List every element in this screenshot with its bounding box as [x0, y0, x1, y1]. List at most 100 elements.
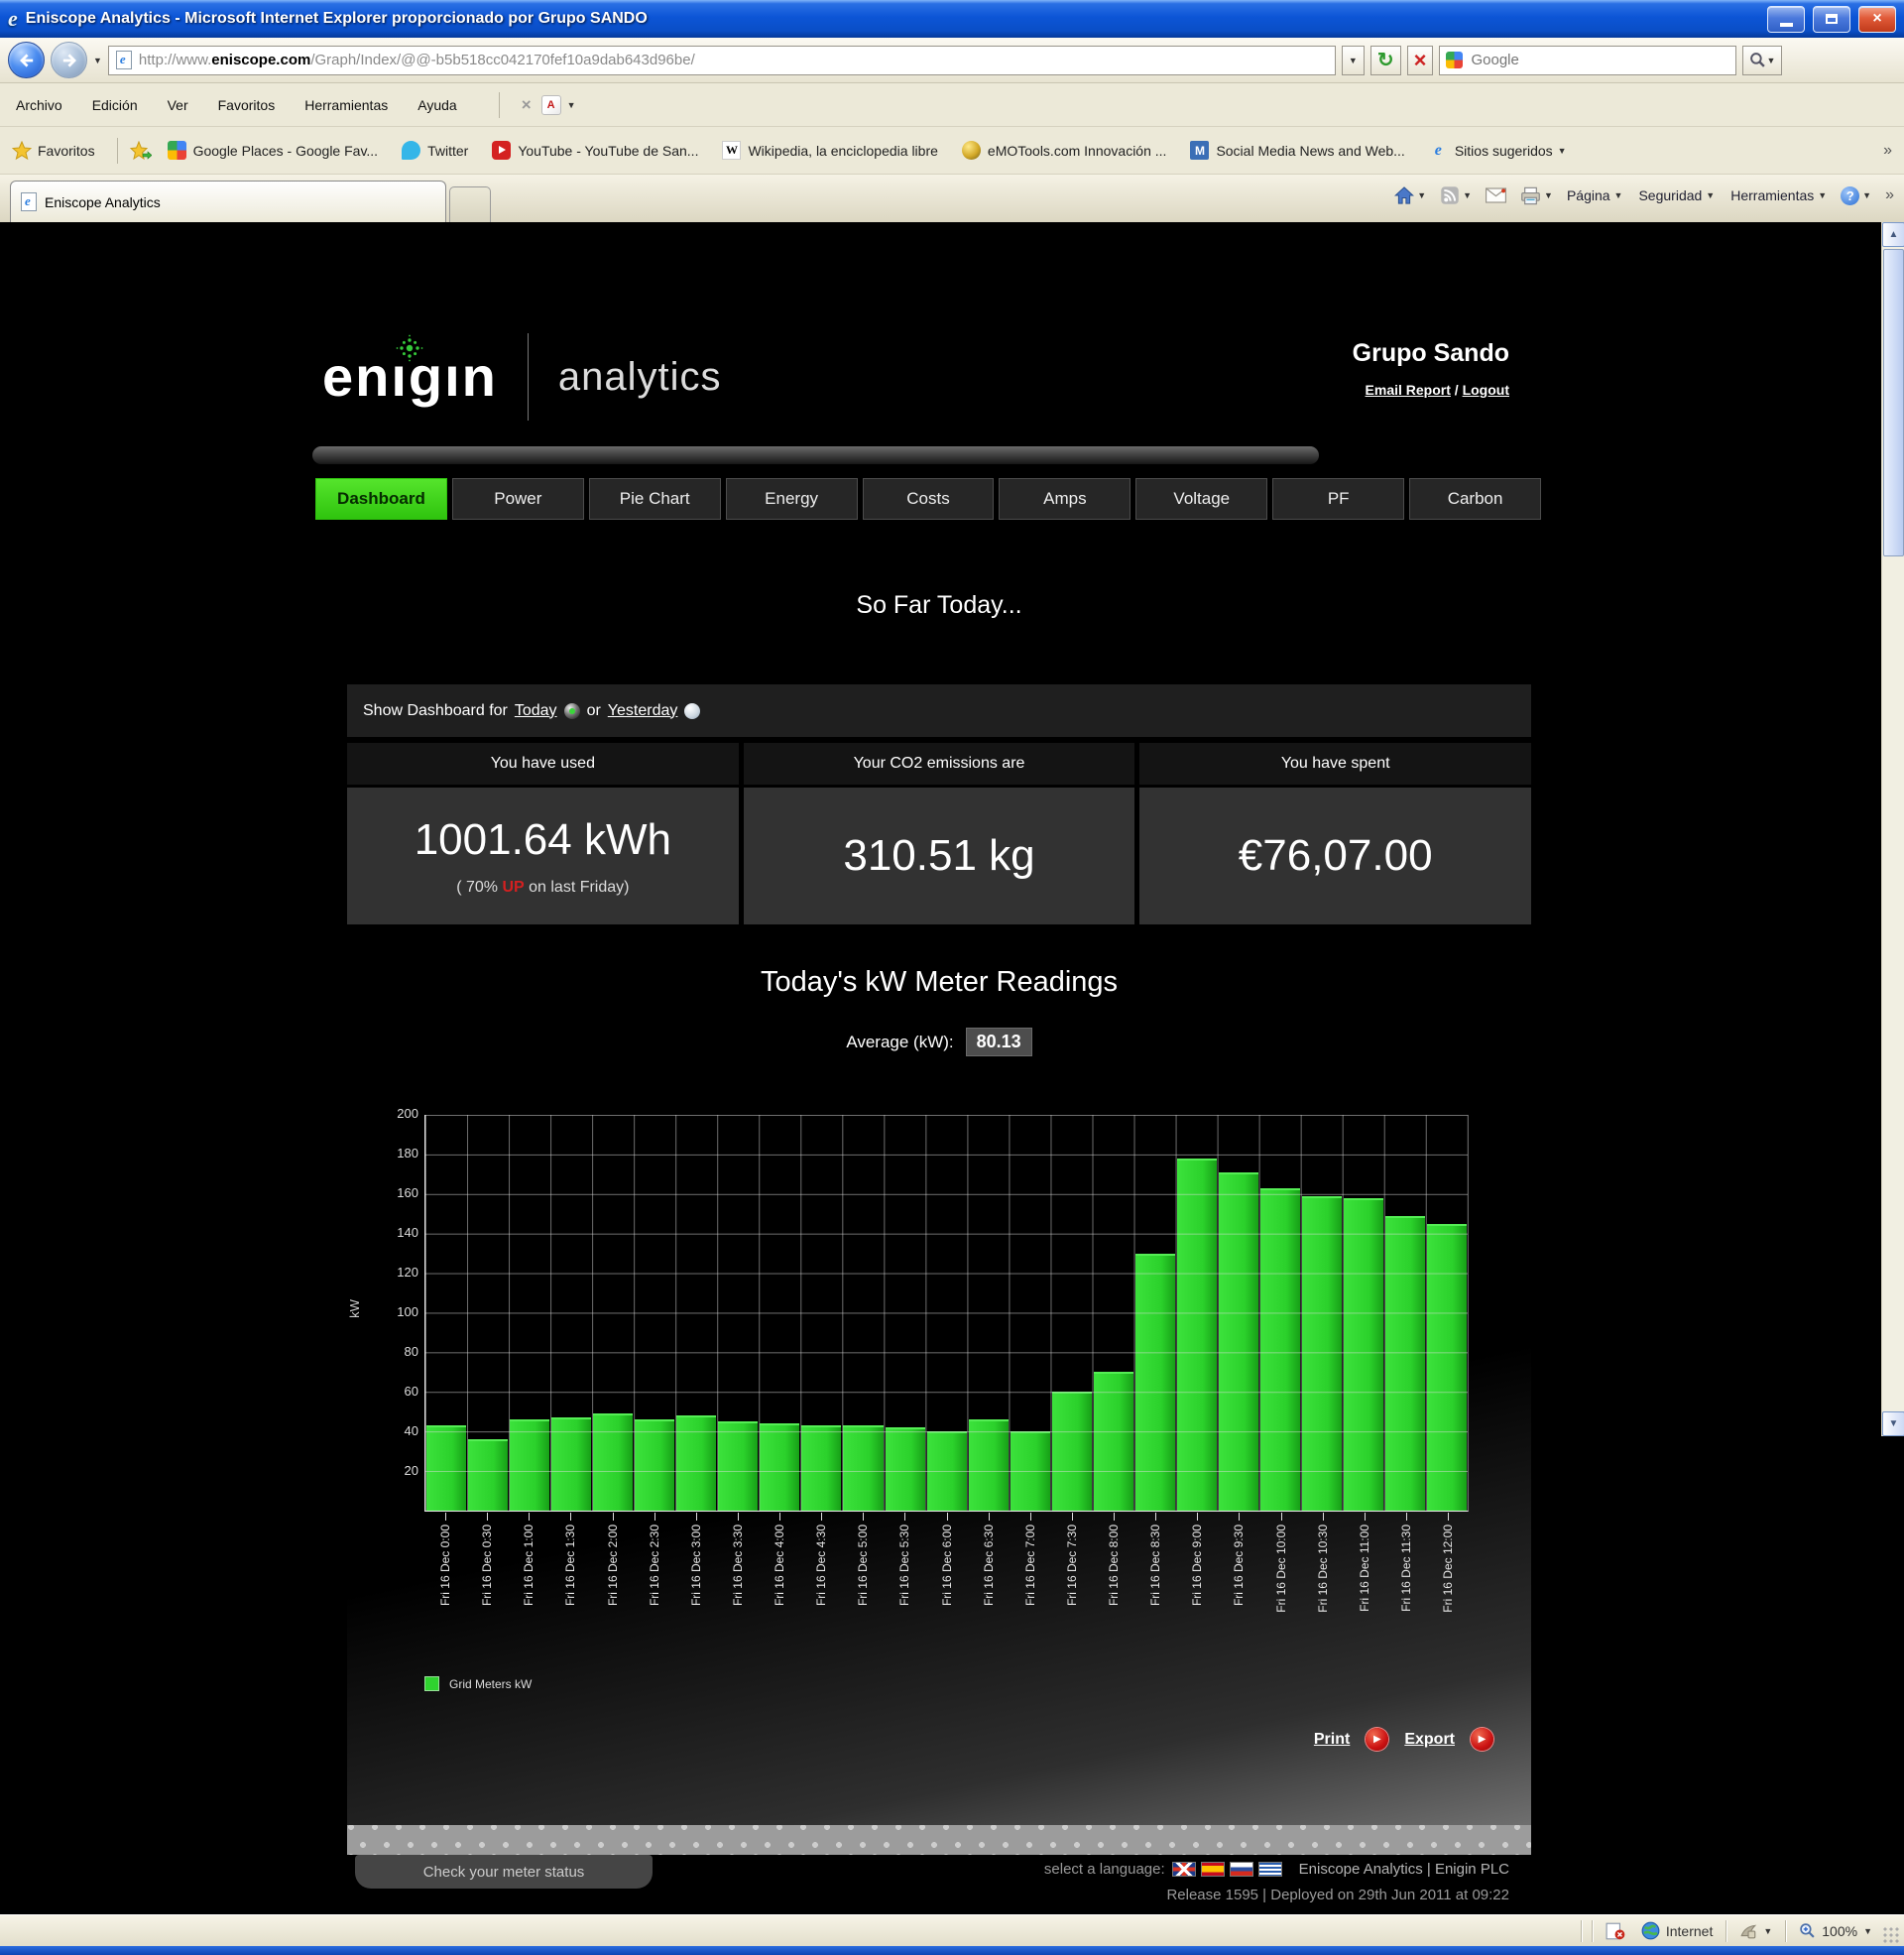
chart-bar[interactable]	[676, 1415, 716, 1511]
chart-bar[interactable]	[426, 1425, 466, 1511]
chevron-down-icon[interactable]: ▼	[567, 100, 576, 110]
yesterday-radio[interactable]	[684, 703, 700, 719]
chart-bar[interactable]	[468, 1439, 508, 1511]
email-report-link[interactable]: Email Report	[1366, 382, 1451, 398]
chart-bar[interactable]	[1011, 1431, 1050, 1511]
command-seguridad[interactable]: Seguridad▼	[1638, 187, 1715, 203]
minimize-button[interactable]	[1767, 6, 1805, 33]
favorites-item[interactable]: Wikipedia, la enciclopedia libre	[722, 141, 937, 160]
chart-bar[interactable]	[1385, 1216, 1425, 1511]
chart-bar[interactable]	[969, 1419, 1009, 1511]
today-link[interactable]: Today	[515, 702, 557, 720]
url-dropdown-button[interactable]: ▼	[1342, 46, 1365, 75]
chart-bar[interactable]	[1177, 1159, 1217, 1511]
nav-tab-energy[interactable]: Energy	[726, 478, 858, 520]
vertical-scrollbar[interactable]: ▲ ▼	[1881, 222, 1904, 1436]
nav-tab-dashboard[interactable]: Dashboard	[315, 478, 447, 520]
favorites-item[interactable]: Google Places - Google Fav...	[168, 141, 379, 160]
back-button[interactable]	[8, 42, 45, 78]
menu-archivo[interactable]: Archivo	[16, 97, 62, 113]
chart-bar[interactable]	[843, 1425, 883, 1511]
refresh-button[interactable]: ↻	[1370, 46, 1401, 75]
chart-bar[interactable]	[886, 1427, 925, 1511]
print-play-icon[interactable]: ▶	[1366, 1728, 1388, 1751]
new-tab-stub[interactable]	[449, 186, 491, 222]
favorites-item[interactable]: Twitter	[402, 141, 468, 160]
add-favorite-icon[interactable]	[130, 141, 152, 161]
nav-tab-pie-chart[interactable]: Pie Chart	[589, 478, 721, 520]
chart-bar[interactable]	[1052, 1392, 1092, 1511]
favorites-item[interactable]: YouTube - YouTube de San...	[492, 141, 698, 160]
url-input[interactable]: http://www.eniscope.com/Graph/Index/@@-b…	[108, 46, 1336, 75]
close-button[interactable]: ×	[1858, 6, 1896, 33]
nav-tab-carbon[interactable]: Carbon	[1409, 478, 1541, 520]
zoom-control[interactable]: 100% ▼	[1791, 1915, 1880, 1946]
russia-flag[interactable]	[1230, 1862, 1253, 1877]
chart-bar[interactable]	[1094, 1372, 1133, 1511]
commandbar-overflow-chevron[interactable]: »	[1885, 186, 1894, 204]
menu-ver[interactable]: Ver	[168, 97, 188, 113]
export-play-icon[interactable]: ▶	[1471, 1728, 1493, 1751]
yesterday-link[interactable]: Yesterday	[608, 702, 678, 720]
rss-button[interactable]: ▼	[1440, 185, 1472, 205]
scroll-up-button[interactable]: ▲	[1882, 222, 1904, 247]
nav-tab-power[interactable]: Power	[452, 478, 584, 520]
tab-eniscope-analytics[interactable]: Eniscope Analytics	[10, 181, 446, 222]
read-mail-button[interactable]	[1486, 187, 1506, 203]
help-button[interactable]: ? ▼	[1841, 186, 1871, 205]
search-input[interactable]	[1469, 51, 1729, 69]
favorites-item-label: YouTube - YouTube de San...	[518, 143, 698, 159]
search-button[interactable]: ▼	[1742, 46, 1782, 75]
menu-herramientas[interactable]: Herramientas	[304, 97, 388, 113]
chart-bar[interactable]	[760, 1423, 799, 1511]
favorites-overflow-chevron[interactable]: »	[1883, 142, 1892, 160]
nav-tab-voltage[interactable]: Voltage	[1135, 478, 1267, 520]
chart-bar[interactable]	[510, 1419, 549, 1511]
phishing-filter-control[interactable]: ▼	[1731, 1915, 1780, 1946]
uk-flag[interactable]	[1172, 1862, 1196, 1877]
chart-bar[interactable]	[801, 1425, 841, 1511]
logout-link[interactable]: Logout	[1463, 382, 1509, 398]
chart-bar[interactable]	[1302, 1196, 1342, 1511]
menu-favoritos[interactable]: Favoritos	[218, 97, 276, 113]
favorites-label[interactable]: Favoritos	[38, 143, 95, 159]
chart-bar[interactable]	[1135, 1254, 1175, 1511]
chart-bar[interactable]	[927, 1431, 967, 1511]
chart-bar[interactable]	[593, 1413, 633, 1511]
nav-tab-amps[interactable]: Amps	[999, 478, 1130, 520]
forward-button[interactable]	[51, 42, 87, 78]
home-button[interactable]: ▼	[1394, 185, 1426, 205]
nav-tab-pf[interactable]: PF	[1272, 478, 1404, 520]
menu-ayuda[interactable]: Ayuda	[417, 97, 456, 113]
chart-bar[interactable]	[718, 1421, 758, 1511]
favorites-item[interactable]: Social Media News and Web...	[1190, 141, 1404, 160]
favorites-item[interactable]: eMOTools.com Innovación ...	[962, 141, 1167, 160]
chart-bar[interactable]	[635, 1419, 674, 1511]
spain-flag[interactable]	[1201, 1862, 1225, 1877]
snapshot-tool-icon[interactable]: ×	[522, 95, 532, 115]
nav-tab-costs[interactable]: Costs	[863, 478, 995, 520]
favorites-item[interactable]: Sitios sugeridos▼	[1429, 141, 1567, 160]
menu-edición[interactable]: Edición	[92, 97, 138, 113]
favorites-star-icon[interactable]	[12, 141, 32, 161]
print-link[interactable]: Print	[1314, 1731, 1350, 1749]
chart-bar[interactable]	[1260, 1188, 1300, 1511]
export-link[interactable]: Export	[1404, 1731, 1455, 1749]
check-meter-status-button[interactable]: Check your meter status	[355, 1855, 653, 1889]
chart-bar[interactable]	[1344, 1198, 1383, 1511]
print-button[interactable]: ▼	[1520, 186, 1553, 205]
chart-bar[interactable]	[551, 1417, 591, 1511]
adobe-pdf-icon[interactable]: A	[541, 95, 561, 115]
greece-flag[interactable]	[1258, 1862, 1282, 1877]
scrollbar-thumb[interactable]	[1883, 249, 1904, 556]
chart-bar[interactable]	[1427, 1224, 1467, 1511]
resize-grip[interactable]	[1882, 1926, 1900, 1944]
stop-button[interactable]: ×	[1407, 46, 1434, 75]
restore-button[interactable]	[1813, 6, 1850, 33]
command-herramientas[interactable]: Herramientas▼	[1730, 187, 1827, 203]
scroll-down-button[interactable]: ▼	[1882, 1411, 1904, 1436]
today-radio[interactable]	[564, 703, 580, 719]
command-página[interactable]: Página▼	[1567, 187, 1623, 203]
chart-bar[interactable]	[1219, 1172, 1258, 1511]
history-dropdown[interactable]: ▼	[93, 56, 102, 65]
